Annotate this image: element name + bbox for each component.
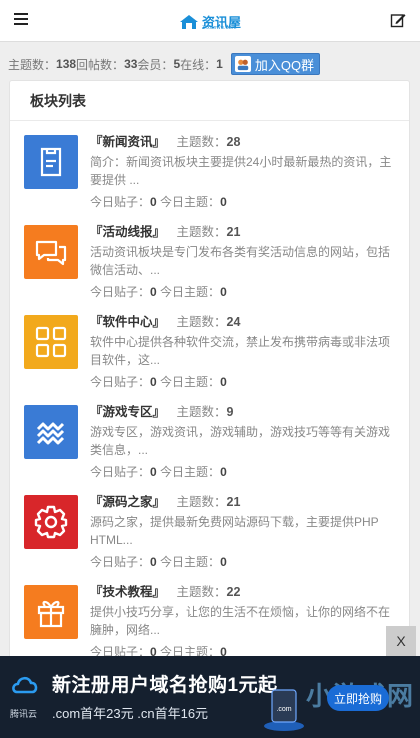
document-icon — [24, 135, 78, 189]
panel-title: 板块列表 — [10, 81, 409, 121]
ad-brand-label: 腾讯云 — [10, 709, 38, 719]
forum-today-stats: 今日贴子：0 今日主题：0 — [90, 463, 392, 481]
forum-count-value: 24 — [226, 315, 241, 329]
online-label: 在线： — [180, 57, 217, 72]
top-header: 资讯屋 Zixunwu.com — [0, 0, 420, 42]
gear-icon — [24, 495, 78, 549]
forum-description: 提供小技巧分享，让您的生活不在烦恼，让你的网络不在臃肿，网络... — [90, 605, 391, 637]
forum-description: 源码之家，提供最新免费网站源码下载，主要提供PHP HTML... — [90, 515, 379, 547]
forum-today-stats: 今日贴子：0 今日主题：0 — [90, 373, 392, 391]
today-topics-value: 0 — [220, 375, 227, 389]
forum-count-label: 主题数： — [176, 405, 227, 419]
forum-description: 活动资讯板块是专门发布各类有奖活动信息的网站，包括微信活动、... — [90, 245, 391, 277]
forum-count-value: 22 — [226, 585, 241, 599]
forum-name[interactable]: 『新闻资讯』 — [90, 135, 165, 149]
today-posts-value: 0 — [150, 285, 157, 299]
forum-count-value: 21 — [226, 225, 241, 239]
today-topics-value: 0 — [220, 285, 227, 299]
forum-today-stats: 今日贴子：0 今日主题：0 — [90, 193, 392, 211]
today-posts-value: 0 — [150, 465, 157, 479]
forum-name[interactable]: 『技术教程』 — [90, 585, 165, 599]
qq-group-icon — [234, 56, 251, 72]
forum-name[interactable]: 『源码之家』 — [90, 495, 165, 509]
forum-count-label: 主题数： — [176, 585, 227, 599]
forum-description: 简介：新闻资讯板块主要提供24小时最新最热的资讯，主要提供 ... — [90, 155, 392, 187]
topics-label: 主题数： — [8, 57, 57, 72]
posts-value: 33 — [124, 57, 138, 71]
tencent-cloud-logo-icon — [10, 670, 40, 700]
today-topics-label: 今日主题： — [160, 285, 221, 299]
forum-name[interactable]: 『游戏专区』 — [90, 405, 165, 419]
edit-icon[interactable] — [390, 12, 406, 28]
forum-stats: 主题数： 138 回帖数： 33 会员： 5 在线： 1 加入QQ群 — [8, 53, 321, 75]
forum-count-label: 主题数： — [176, 135, 227, 149]
ad-headline: 新注册用户域名抢购1元起 — [52, 675, 278, 696]
today-topics-label: 今日主题： — [160, 465, 221, 479]
today-posts-value: 0 — [150, 375, 157, 389]
ad-buy-now-button[interactable]: 立即抢购 — [327, 685, 389, 711]
forum-count-label: 主题数： — [176, 495, 227, 509]
waves-icon — [24, 405, 78, 459]
join-qq-group-button[interactable]: 加入QQ群 — [230, 53, 321, 75]
forum-count-value: 21 — [226, 495, 241, 509]
ad-close-button[interactable]: X — [386, 626, 416, 656]
forum-item-games[interactable]: 『游戏专区』 主题数：9 游戏专区，游戏资讯，游戏辅助，游戏技巧等等有关游戏类信… — [24, 403, 404, 487]
gift-icon — [24, 585, 78, 639]
forum-count-label: 主题数： — [176, 315, 227, 329]
forum-today-stats: 今日贴子：0 今日主题：0 — [90, 283, 392, 301]
forum-list-panel: 板块列表 『新闻资讯』 主题数：28 简介：新闻资讯板块主要提供24小时最新最热… — [9, 80, 410, 720]
today-topics-label: 今日主题： — [160, 555, 221, 569]
members-value: 5 — [173, 57, 181, 71]
site-logo[interactable]: 资讯屋 Zixunwu.com — [178, 10, 241, 34]
today-topics-value: 0 — [220, 195, 227, 209]
today-posts-label: 今日贴子： — [90, 555, 151, 569]
today-posts-value: 0 — [150, 195, 157, 209]
today-posts-label: 今日贴子： — [90, 375, 151, 389]
apps-grid-icon — [24, 315, 78, 369]
today-topics-label: 今日主题： — [160, 375, 221, 389]
forum-description: 游戏专区，游戏资讯，游戏辅助，游戏技巧等等有关游戏类信息，... — [90, 425, 391, 457]
today-topics-label: 今日主题： — [160, 195, 221, 209]
forum-count-value: 9 — [226, 405, 234, 419]
forum-description: 软件中心提供各种软件交流，禁止发布携带病毒或非法项目软件，这... — [90, 335, 391, 367]
online-value: 1 — [216, 57, 223, 71]
forum-name[interactable]: 『活动线报』 — [90, 225, 165, 239]
forum-today-stats: 今日贴子：0 今日主题：0 — [90, 553, 392, 571]
today-posts-value: 0 — [150, 555, 157, 569]
domain-box-label: .com — [276, 706, 291, 713]
today-topics-value: 0 — [220, 555, 227, 569]
posts-label: 回帖数： — [76, 57, 125, 72]
today-posts-label: 今日贴子： — [90, 285, 151, 299]
menu-icon[interactable] — [14, 13, 28, 27]
members-label: 会员： — [137, 57, 174, 72]
domain-box-icon: .com — [264, 684, 304, 732]
forum-item-software[interactable]: 『软件中心』 主题数：24 软件中心提供各种软件交流，禁止发布携带病毒或非法项目… — [24, 313, 404, 397]
topics-value: 138 — [56, 57, 77, 71]
forum-item-tutorials[interactable]: 『技术教程』 主题数：22 提供小技巧分享，让您的生活不在烦恼，让你的网络不在臃… — [24, 583, 404, 667]
today-posts-label: 今日贴子： — [90, 465, 151, 479]
logo-mark-icon — [178, 13, 200, 31]
today-topics-value: 0 — [220, 465, 227, 479]
forum-count-label: 主题数： — [176, 225, 227, 239]
logo-subtext: Zixunwu.com — [202, 25, 237, 31]
today-posts-label: 今日贴子： — [90, 195, 151, 209]
forum-name[interactable]: 『软件中心』 — [90, 315, 165, 329]
chat-bubbles-icon — [24, 225, 78, 279]
forum-item-source-code[interactable]: 『源码之家』 主题数：21 源码之家，提供最新免费网站源码下载，主要提供PHP … — [24, 493, 404, 577]
join-qq-group-label: 加入QQ群 — [254, 57, 315, 73]
forum-item-news[interactable]: 『新闻资讯』 主题数：28 简介：新闻资讯板块主要提供24小时最新最热的资讯，主… — [24, 133, 404, 217]
ad-banner[interactable]: 腾讯云 新注册用户域名抢购1元起 .com首年23元 .cn首年16元 .com… — [0, 656, 420, 738]
forum-count-value: 28 — [226, 135, 241, 149]
ad-subline: .com首年23元 .cn首年16元 — [52, 706, 209, 721]
forum-item-activities[interactable]: 『活动线报』 主题数：21 活动资讯板块是专门发布各类有奖活动信息的网站，包括微… — [24, 223, 404, 307]
